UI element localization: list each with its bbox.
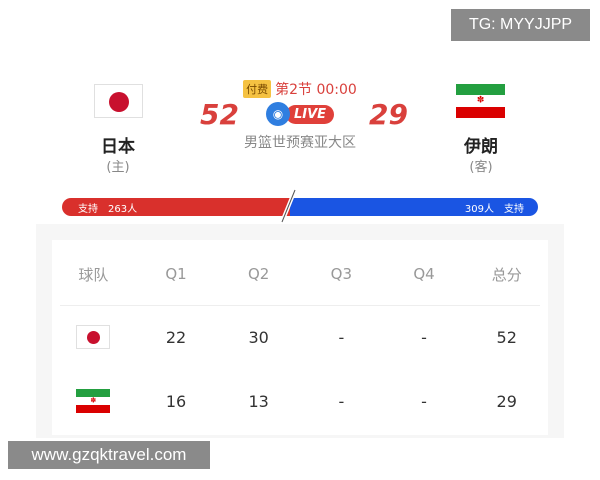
- cell-q2: 13: [248, 391, 269, 411]
- cell-q4: -: [421, 327, 427, 347]
- table-divider: [60, 305, 540, 306]
- cell-q2: 30: [248, 327, 269, 347]
- iran-flag-icon: ✽: [456, 84, 505, 118]
- live-label: LIVE: [286, 104, 335, 124]
- away-team-name: 伊朗: [464, 137, 498, 157]
- header-q4: Q4: [413, 265, 435, 283]
- away-support-segment[interactable]: [290, 198, 538, 216]
- cell-q3: -: [338, 327, 345, 347]
- basketball-icon: ◉: [266, 102, 290, 126]
- home-support-label: 支持: [78, 204, 98, 215]
- header-total: 总分: [491, 265, 522, 284]
- support-divider: [280, 189, 297, 223]
- header-q1: Q1: [165, 265, 187, 283]
- support-bar: 支持 263人 309人 支持: [62, 198, 538, 216]
- away-support-label: 支持: [504, 204, 524, 215]
- cell-total: 29: [496, 391, 517, 411]
- period-clock: 第2节 00:00: [275, 82, 357, 98]
- home-support-count: 263人: [108, 204, 138, 215]
- table-row: 22 30 - - 52: [52, 324, 548, 350]
- match-status: 付费 第2节 00:00: [230, 79, 370, 99]
- header-q3: Q3: [330, 265, 353, 283]
- header-team: 球队: [78, 265, 109, 284]
- home-score: 52: [200, 98, 239, 131]
- iran-flag-icon: ✽: [76, 389, 111, 413]
- japan-flag-icon: [94, 84, 143, 118]
- league-name: 男篮世预赛亚大区: [244, 135, 356, 151]
- cell-q3: -: [338, 391, 345, 411]
- row-team-flag: [52, 325, 135, 349]
- away-score: 29: [369, 98, 408, 131]
- cell-total: 52: [496, 327, 517, 347]
- cell-q4: -: [421, 391, 427, 411]
- row-team-flag: ✽: [52, 389, 135, 413]
- home-team-role: (主): [106, 160, 130, 175]
- cell-q1: 22: [165, 327, 187, 347]
- url-watermark: www.gzqktravel.com: [8, 441, 210, 469]
- cell-q1: 16: [165, 391, 187, 411]
- table-header-row: 球队 Q1 Q2 Q3 Q4 总分: [52, 262, 548, 286]
- paid-badge: 付费: [243, 80, 272, 98]
- home-team-name: 日本: [101, 137, 135, 157]
- away-support-count: 309人: [464, 204, 494, 215]
- header-q2: Q2: [248, 265, 270, 283]
- watermark-label: TG: MYYJJPP: [451, 9, 590, 41]
- table-row: ✽ 16 13 - - 29: [52, 388, 548, 414]
- live-button[interactable]: ◉ LIVE: [266, 102, 335, 126]
- away-team-role: (客): [469, 160, 493, 175]
- japan-flag-icon: [76, 325, 111, 349]
